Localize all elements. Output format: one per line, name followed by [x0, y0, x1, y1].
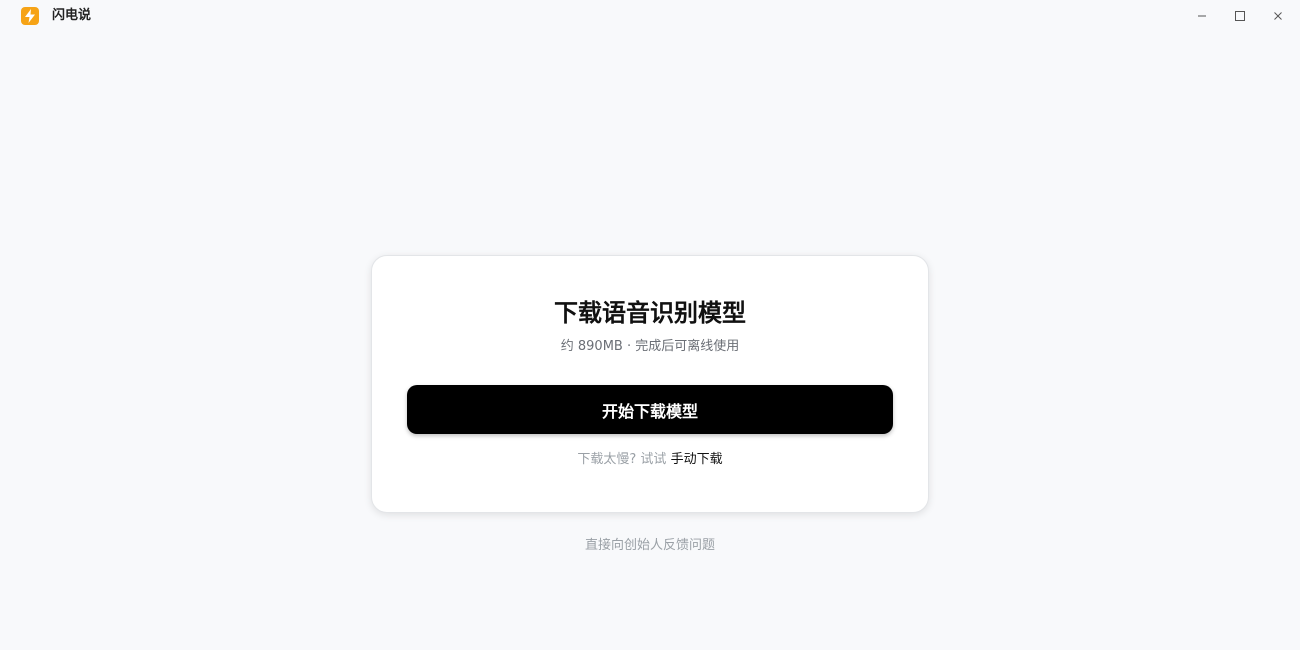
maximize-button[interactable]: [1228, 4, 1252, 28]
maximize-icon: [1235, 11, 1245, 21]
feedback-link[interactable]: 直接向创始人反馈问题: [0, 537, 1300, 555]
start-download-button[interactable]: 开始下载模型: [407, 385, 893, 434]
lightning-bolt-icon: [21, 7, 39, 25]
close-icon: [1274, 12, 1282, 20]
title-bar: 闪电说: [0, 0, 1300, 32]
close-button[interactable]: [1266, 4, 1290, 28]
slow-download-text: 下载太慢? 试试: [577, 452, 667, 467]
slow-download-hint: 下载太慢? 试试 手动下载: [372, 451, 928, 469]
app-title: 闪电说: [52, 8, 92, 23]
card-title: 下载语音识别模型: [554, 299, 746, 327]
manual-download-link[interactable]: 手动下载: [671, 452, 723, 467]
minimize-button[interactable]: [1190, 4, 1214, 28]
download-model-card: 下载语音识别模型 约 890MB · 完成后可离线使用 开始下载模型 下载太慢?…: [371, 255, 929, 513]
minimize-icon: [1198, 15, 1206, 17]
card-subtitle: 约 890MB · 完成后可离线使用: [560, 339, 740, 354]
